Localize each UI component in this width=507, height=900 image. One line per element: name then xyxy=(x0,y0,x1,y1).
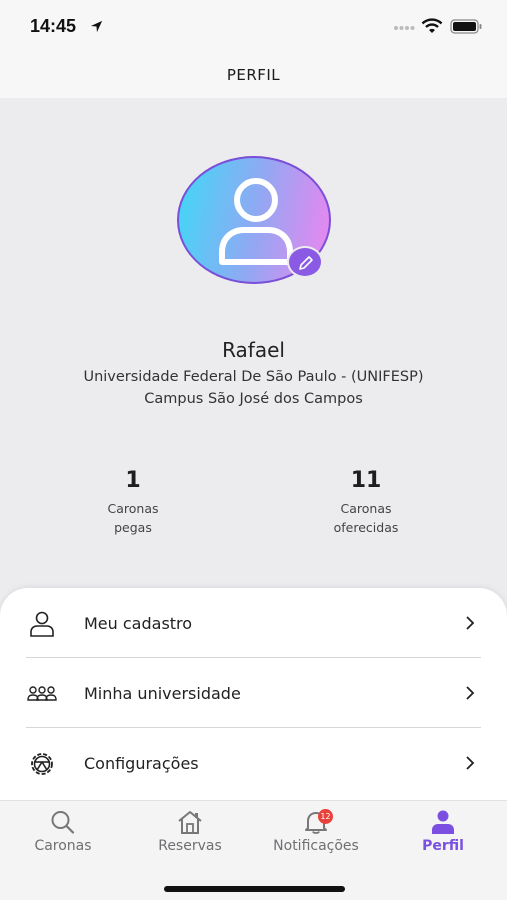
menu-item-label: Meu cadastro xyxy=(84,614,193,633)
page-title: PERFIL xyxy=(226,66,281,84)
menu-item-my-registration[interactable]: Meu cadastro xyxy=(26,588,481,658)
chevron-right-icon xyxy=(466,616,475,630)
stat-value: 11 xyxy=(350,468,382,493)
wifi-icon xyxy=(421,18,443,33)
avatar-person-icon xyxy=(219,178,293,265)
signal-dots-icon xyxy=(394,26,415,30)
tab-caronas[interactable]: Caronas xyxy=(0,801,126,871)
page-header: PERFIL xyxy=(0,52,507,98)
edit-avatar-button[interactable] xyxy=(287,246,323,278)
tab-notificacoes[interactable]: 12 Notificações xyxy=(253,801,379,871)
menu-card: Meu cadastro Minha universidade Configur… xyxy=(0,588,507,800)
profile-section: Rafael Universidade Federal De São Paulo… xyxy=(0,98,507,598)
battery-icon xyxy=(450,19,482,34)
stat-rides-taken: 1 Caronas pegas xyxy=(73,468,193,537)
status-bar: 14:45 xyxy=(0,0,507,52)
home-icon xyxy=(178,811,202,834)
person-icon xyxy=(30,611,54,637)
stat-label: Caronas xyxy=(340,501,392,516)
settings-icon xyxy=(31,753,53,775)
stat-label: pegas xyxy=(114,520,152,535)
notification-badge: 12 xyxy=(318,809,333,824)
group-icon xyxy=(27,686,57,701)
tab-perfil[interactable]: Perfil xyxy=(380,801,506,871)
home-indicator xyxy=(164,886,345,892)
stat-label: Caronas xyxy=(107,501,159,516)
menu-item-settings[interactable]: Configurações xyxy=(26,728,481,798)
user-campus: Campus São José dos Campos xyxy=(144,391,363,407)
tab-label: Reservas xyxy=(158,838,222,854)
tab-label: Notificações xyxy=(273,838,359,854)
menu-item-label: Configurações xyxy=(84,754,199,773)
stat-label: oferecidas xyxy=(333,520,399,535)
pencil-icon xyxy=(299,256,313,270)
tab-label: Perfil xyxy=(422,838,464,854)
tab-bar: Caronas Reservas 12 Notificações Perfil xyxy=(0,800,507,900)
person-icon xyxy=(432,810,454,834)
stat-rides-offered: 11 Caronas oferecidas xyxy=(306,468,426,537)
tab-label: Caronas xyxy=(34,838,92,854)
chevron-right-icon xyxy=(466,686,475,700)
chevron-right-icon xyxy=(466,756,475,770)
menu-item-my-university[interactable]: Minha universidade xyxy=(26,658,481,728)
search-icon xyxy=(51,811,75,834)
status-time: 14:45 xyxy=(30,16,77,36)
location-arrow-icon xyxy=(90,20,103,33)
user-university: Universidade Federal De São Paulo - (UNI… xyxy=(83,369,424,385)
stat-value: 1 xyxy=(125,468,141,493)
menu-item-label: Minha universidade xyxy=(84,684,241,703)
tab-reservas[interactable]: Reservas xyxy=(127,801,253,871)
user-name: Rafael xyxy=(222,338,285,362)
